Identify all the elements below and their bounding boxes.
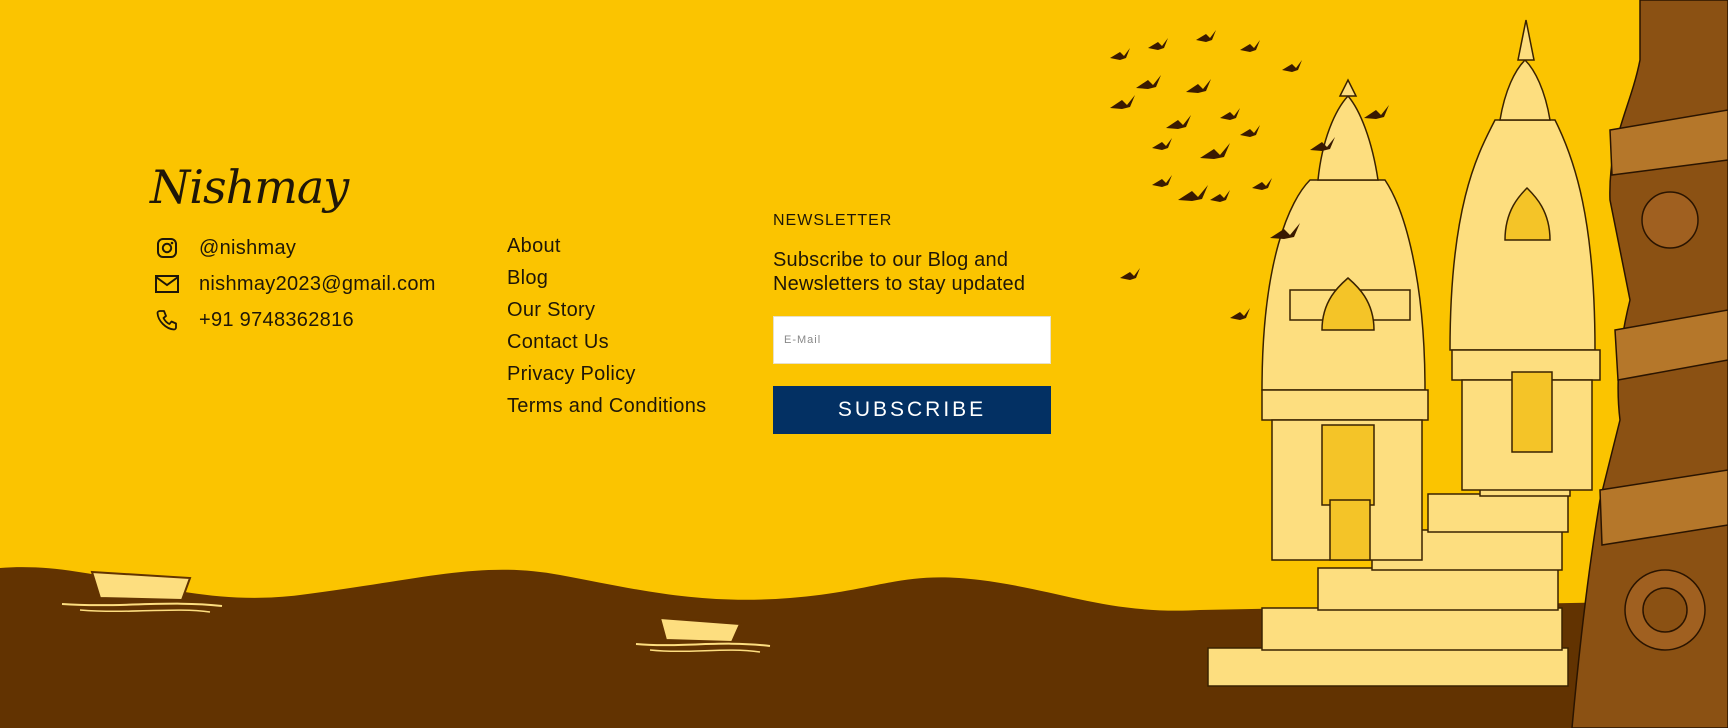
link-our-story[interactable]: Our Story (507, 294, 706, 326)
link-terms-and-conditions[interactable]: Terms and Conditions (507, 390, 706, 422)
site-footer: Nishmay @nishmay nishmay2023@gmail.com +… (0, 0, 1728, 728)
contact-instagram[interactable]: @nishmay (155, 230, 436, 266)
subscribe-button[interactable]: SUBSCRIBE (773, 386, 1051, 434)
link-about[interactable]: About (507, 230, 706, 262)
footer-links: About Blog Our Story Contact Us Privacy … (507, 230, 706, 422)
phone-icon (155, 308, 179, 332)
newsletter-text-line-2: Newsletters to stay updated (773, 273, 1026, 295)
contact-info: @nishmay nishmay2023@gmail.com +91 97483… (155, 230, 436, 338)
link-contact-us[interactable]: Contact Us (507, 326, 706, 358)
instagram-handle: @nishmay (199, 236, 297, 259)
contact-phone[interactable]: +91 9748362816 (155, 302, 436, 338)
newsletter-text-line-1: Subscribe to our Blog and (773, 249, 1009, 271)
mail-icon (155, 272, 179, 296)
email-address: nishmay2023@gmail.com (199, 272, 436, 295)
instagram-icon (155, 236, 179, 260)
link-blog[interactable]: Blog (507, 262, 706, 294)
newsletter-title: NEWSLETTER (773, 212, 893, 229)
phone-number: +91 9748362816 (199, 308, 354, 331)
link-privacy-policy[interactable]: Privacy Policy (507, 358, 706, 390)
newsletter-description: Subscribe to our Blog and Newsletters to… (773, 248, 1051, 296)
brand-logo[interactable]: Nishmay (150, 160, 349, 214)
contact-email[interactable]: nishmay2023@gmail.com (155, 266, 436, 302)
newsletter-email-input[interactable] (773, 316, 1051, 364)
newsletter-section: NEWSLETTER Subscribe to our Blog and New… (773, 212, 1051, 434)
